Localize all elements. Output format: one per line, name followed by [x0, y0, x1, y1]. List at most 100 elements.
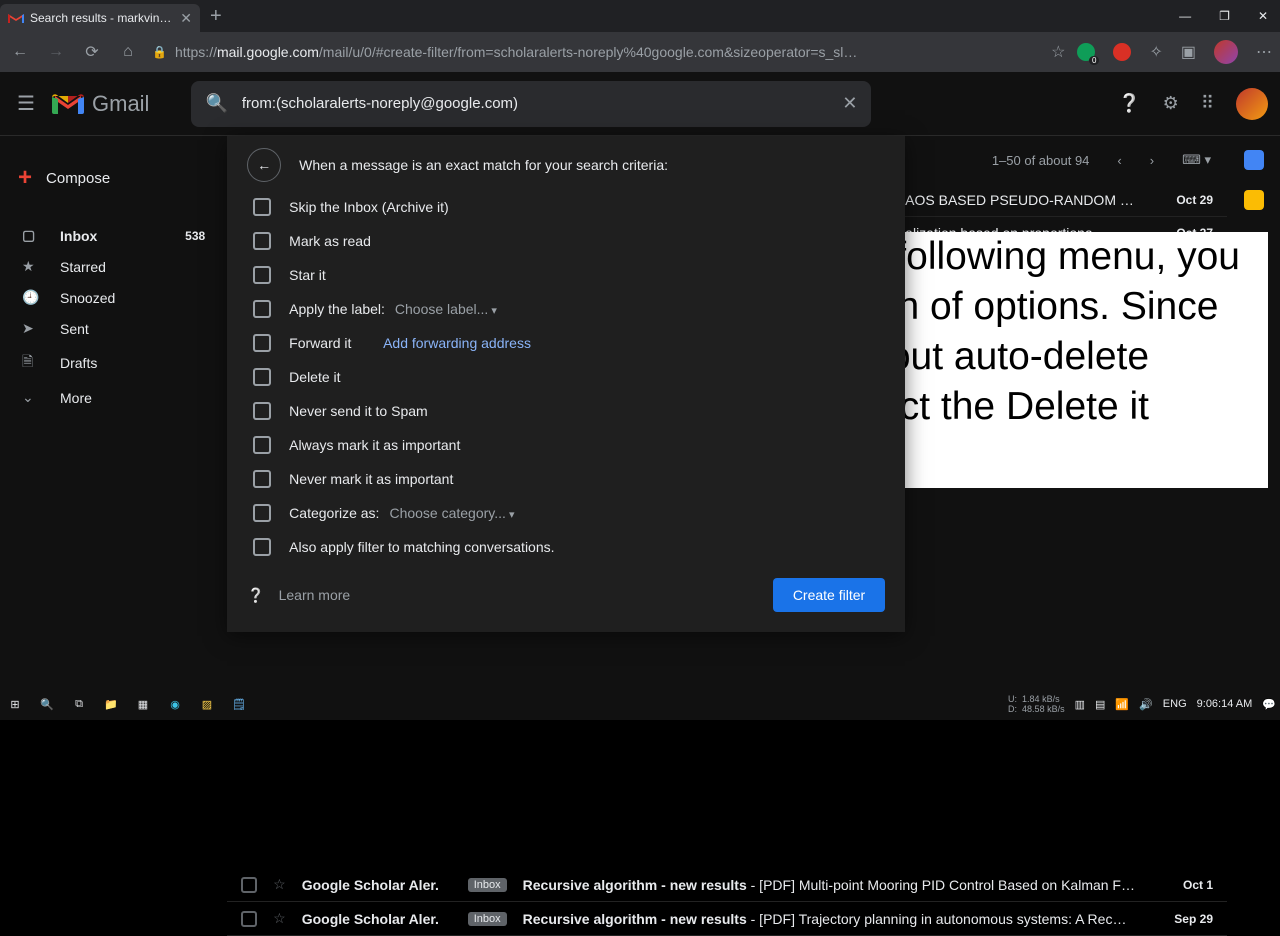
- volume-icon[interactable]: 🔊: [1139, 698, 1153, 711]
- checkbox[interactable]: [253, 402, 271, 420]
- search-box[interactable]: 🔍 from:(scholaralerts-noreply@google.com…: [191, 81, 871, 127]
- filter-option-categorize[interactable]: Categorize as: Choose category...: [247, 496, 885, 530]
- browser-tab[interactable]: Search results - markvincentban… ✕: [0, 4, 200, 32]
- sidebar-item-snoozed[interactable]: 🕘 Snoozed: [0, 282, 227, 313]
- collections-icon[interactable]: ▣: [1181, 42, 1196, 62]
- forward-button[interactable]: →: [44, 43, 68, 61]
- filter-option-always-important[interactable]: Always mark it as important: [247, 428, 885, 462]
- email-row[interactable]: ☆Google Scholar Aler.InboxRecursive algo…: [227, 902, 1227, 936]
- keep-addon-icon[interactable]: [1244, 190, 1264, 210]
- filter-option-skip-inbox[interactable]: Skip the Inbox (Archive it): [247, 190, 885, 224]
- create-filter-button[interactable]: Create filter: [773, 578, 885, 612]
- filter-option-never-spam[interactable]: Never send it to Spam: [247, 394, 885, 428]
- filter-option-apply-matching[interactable]: Also apply filter to matching conversati…: [247, 530, 885, 564]
- checkbox[interactable]: [253, 232, 271, 250]
- home-button[interactable]: ⌂: [116, 43, 140, 61]
- sidebar-label: Drafts: [60, 355, 97, 371]
- clock[interactable]: 9:06:14 AM: [1197, 698, 1253, 710]
- checkbox[interactable]: [253, 504, 271, 522]
- extension-shield-green[interactable]: [1077, 43, 1095, 61]
- checkbox[interactable]: [253, 300, 271, 318]
- wifi-icon[interactable]: 📶: [1115, 698, 1129, 711]
- inbox-icon: ▢: [22, 227, 42, 244]
- sidebar-item-drafts[interactable]: 🗎 Drafts: [0, 344, 227, 382]
- star-icon[interactable]: ☆: [273, 876, 286, 893]
- checkbox[interactable]: [253, 266, 271, 284]
- checkbox[interactable]: [253, 470, 271, 488]
- clear-search-icon[interactable]: ✕: [842, 93, 857, 114]
- sidebar-item-starred[interactable]: ★ Starred: [0, 251, 227, 282]
- filter-back-button[interactable]: ←: [247, 148, 281, 182]
- window-maximize[interactable]: ❐: [1219, 9, 1230, 23]
- file-explorer-icon[interactable]: 📁: [100, 693, 122, 715]
- tray-icon[interactable]: ▤: [1095, 698, 1105, 711]
- compose-button[interactable]: + Compose: [8, 152, 153, 204]
- refresh-button[interactable]: ⟳: [80, 42, 104, 62]
- checkbox[interactable]: [253, 198, 271, 216]
- language-indicator[interactable]: ENG: [1163, 698, 1187, 710]
- row-checkbox[interactable]: [241, 877, 257, 893]
- address-bar[interactable]: 🔒 https://mail.google.com/mail/u/0/#crea…: [152, 44, 1039, 60]
- sticky-notes-icon[interactable]: ▨: [196, 693, 218, 715]
- file-icon: 🗎: [22, 351, 42, 375]
- sidebar-item-inbox[interactable]: ▢ Inbox 538: [0, 220, 227, 251]
- filter-option-mark-read[interactable]: Mark as read: [247, 224, 885, 258]
- email-subject: Recursive algorithm - new results - [PDF…: [523, 877, 1135, 893]
- chevron-down-icon: ⌄: [22, 389, 42, 406]
- filter-heading: When a message is an exact match for you…: [299, 157, 668, 173]
- filter-option-apply-label[interactable]: Apply the label: Choose label...: [247, 292, 885, 326]
- page-counter: 1–50 of about 94: [992, 153, 1090, 168]
- start-button[interactable]: ⊞: [4, 693, 26, 715]
- next-page-icon[interactable]: ›: [1150, 153, 1154, 168]
- tab-close-icon[interactable]: ✕: [180, 10, 192, 27]
- filter-option-never-important[interactable]: Never mark it as important: [247, 462, 885, 496]
- filter-option-delete[interactable]: Delete it: [247, 360, 885, 394]
- label-dropdown[interactable]: Choose label...: [395, 301, 497, 317]
- support-icon[interactable]: ❔: [1118, 93, 1140, 114]
- email-date: Oct 1: [1151, 878, 1213, 892]
- notepad-icon[interactable]: 🗒: [228, 693, 250, 715]
- sidebar-item-sent[interactable]: ➤ Sent: [0, 313, 227, 344]
- extension-shield-red[interactable]: [1113, 43, 1131, 61]
- settings-gear-icon[interactable]: ⚙: [1163, 93, 1179, 114]
- new-tab-button[interactable]: +: [210, 5, 222, 28]
- account-avatar[interactable]: [1236, 88, 1268, 120]
- calendar-addon-icon[interactable]: [1244, 150, 1264, 170]
- checkbox[interactable]: [253, 368, 271, 386]
- favorite-icon[interactable]: ☆: [1051, 42, 1065, 62]
- apps-grid-icon[interactable]: ⠿: [1201, 93, 1214, 114]
- input-tools-icon[interactable]: ⌨ ▾: [1182, 152, 1211, 168]
- add-forwarding-link[interactable]: Add forwarding address: [383, 335, 531, 351]
- gmail-logo[interactable]: Gmail: [52, 91, 149, 117]
- browser-profile-avatar[interactable]: [1214, 40, 1238, 64]
- row-checkbox[interactable]: [241, 911, 257, 927]
- gmail-sidebar: + Compose ▢ Inbox 538 ★ Starred 🕘 Snooze…: [0, 136, 227, 720]
- browser-menu-icon[interactable]: ⋯: [1256, 42, 1272, 62]
- main-menu-icon[interactable]: ☰: [12, 91, 40, 116]
- checkbox[interactable]: [253, 436, 271, 454]
- checkbox[interactable]: [253, 334, 271, 352]
- email-row[interactable]: ☆Google Scholar Aler.InboxRecursive algo…: [227, 868, 1227, 902]
- email-row[interactable]: …AOS BASED PSEUDO-RANDOM …Oct 29: [877, 184, 1227, 217]
- favorites-bar-icon[interactable]: ✧: [1149, 42, 1162, 62]
- tray-icon[interactable]: ▥: [1075, 698, 1085, 711]
- checkbox[interactable]: [253, 538, 271, 556]
- prev-page-icon[interactable]: ‹: [1117, 153, 1121, 168]
- task-view-icon[interactable]: ⧉: [68, 693, 90, 715]
- learn-more-link[interactable]: ❔Learn more: [247, 587, 350, 604]
- inbox-badge: Inbox: [468, 878, 507, 892]
- back-button[interactable]: ←: [8, 43, 32, 61]
- search-query[interactable]: from:(scholaralerts-noreply@google.com): [242, 95, 828, 112]
- app-icon[interactable]: ▦: [132, 693, 154, 715]
- star-icon[interactable]: ☆: [273, 910, 286, 927]
- edge-browser-icon[interactable]: ◉: [164, 693, 186, 715]
- window-close[interactable]: ✕: [1258, 9, 1268, 23]
- search-icon[interactable]: 🔍: [205, 93, 227, 114]
- window-minimize[interactable]: —: [1179, 9, 1191, 23]
- taskbar-search-icon[interactable]: 🔍: [36, 693, 58, 715]
- filter-option-star[interactable]: Star it: [247, 258, 885, 292]
- notification-icon[interactable]: 💬: [1262, 698, 1276, 711]
- filter-option-forward[interactable]: Forward it Add forwarding address: [247, 326, 885, 360]
- category-dropdown[interactable]: Choose category...: [389, 505, 514, 521]
- sidebar-item-more[interactable]: ⌄ More: [0, 382, 227, 413]
